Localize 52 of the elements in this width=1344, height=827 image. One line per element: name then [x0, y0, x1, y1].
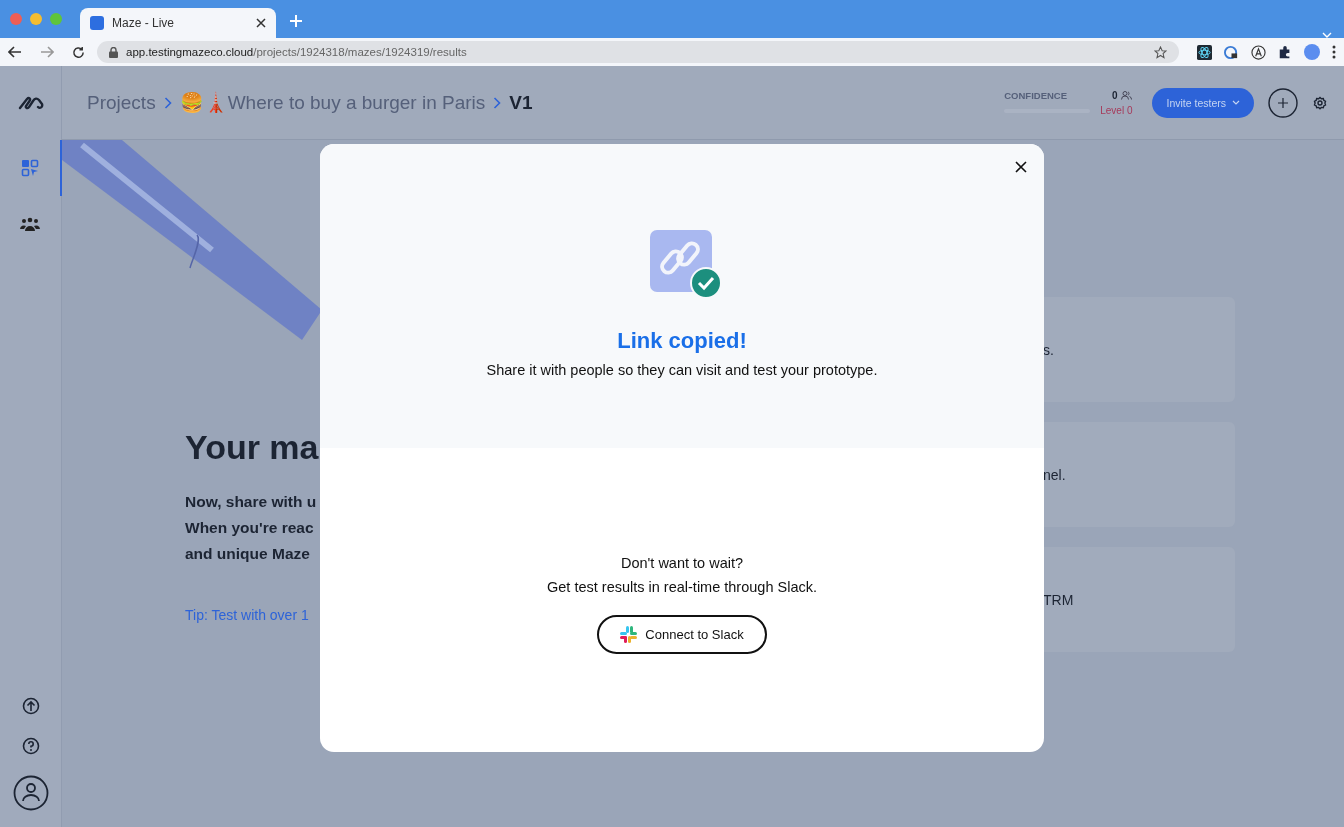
close-window-dot[interactable]	[10, 13, 22, 25]
profile-avatar[interactable]	[1304, 44, 1320, 60]
info-card: s.	[1043, 297, 1235, 402]
connect-to-slack-button[interactable]: Connect to Slack	[597, 615, 767, 654]
maze-favicon-icon	[90, 16, 104, 30]
close-icon[interactable]	[1015, 161, 1027, 173]
dialog-title: Link copied!	[617, 328, 747, 354]
new-tab-icon[interactable]	[290, 15, 302, 27]
chevron-down-icon[interactable]	[1322, 32, 1332, 38]
link-check-icon	[650, 230, 722, 300]
slack-logo-icon	[620, 626, 638, 643]
dialog-subtitle: Share it with people so they can visit and test your prototype.	[486, 362, 878, 378]
description-text: and unique Maze	[185, 544, 311, 564]
back-icon[interactable]	[8, 46, 22, 58]
info-card: nel.	[1043, 422, 1235, 527]
page-heading: Your ma	[185, 428, 320, 467]
user-account-icon[interactable]	[12, 775, 49, 811]
confidence-label: CONFIDENCE	[1004, 89, 1069, 101]
chevron-right-icon	[493, 96, 502, 109]
description-text: When you're reac	[185, 518, 315, 538]
letter-a-extension-icon[interactable]	[1251, 44, 1266, 60]
info-card: TRM	[1043, 547, 1235, 652]
close-tab-icon[interactable]	[256, 18, 266, 28]
maximize-window-dot[interactable]	[50, 13, 62, 25]
reload-icon[interactable]	[72, 45, 85, 59]
slack-prompt-text: Get test results in real-time through Slack.	[547, 578, 817, 597]
settings-icon[interactable]	[1312, 94, 1328, 111]
arrow-up-circle-icon[interactable]	[21, 697, 40, 715]
grid-icon	[21, 159, 39, 177]
invite-testers-button[interactable]: Invite testers	[1152, 87, 1254, 118]
breadcrumb-link[interactable]: V1	[509, 91, 533, 114]
description-text: Now, share with u	[185, 492, 318, 512]
people-icon	[1121, 90, 1133, 100]
help-icon[interactable]	[21, 737, 40, 755]
chevron-right-icon	[163, 96, 172, 109]
slack-prompt-text: Don't want to wait?	[620, 554, 744, 573]
confidence-level: Level 0	[1100, 104, 1133, 116]
chevron-down-icon	[1232, 100, 1240, 105]
forward-icon[interactable]	[40, 46, 54, 58]
lock-extension-icon[interactable]	[1224, 44, 1239, 60]
address-bar[interactable]: app.testingmazeco.cloud/projects/1924318/mazes/1924319/results	[97, 41, 1179, 63]
bookmark-star-icon[interactable]	[1154, 45, 1167, 59]
puzzle-piece-icon[interactable]	[1278, 45, 1292, 59]
add-icon[interactable]	[1268, 87, 1298, 118]
lock-icon	[109, 46, 118, 58]
atom-extension-icon[interactable]	[1197, 44, 1212, 60]
minimize-window-dot[interactable]	[30, 13, 42, 25]
tester-count: 0	[1111, 89, 1118, 101]
maze-logo-icon[interactable]	[17, 96, 44, 110]
people-icon	[20, 216, 40, 232]
more-menu-icon[interactable]	[1332, 45, 1336, 59]
browser-tab[interactable]: Maze - Live	[80, 8, 276, 38]
